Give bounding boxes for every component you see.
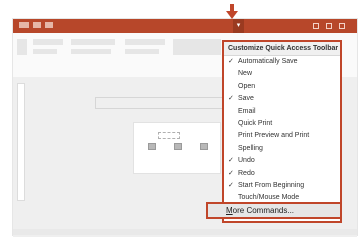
menu-header: Customize Quick Access Toolbar	[224, 42, 340, 56]
customize-qat-menu: Customize Quick Access Toolbar ✓ Automati…	[222, 40, 342, 223]
menu-item-label: Email	[238, 107, 256, 115]
menu-item-label: Quick Print	[238, 119, 273, 127]
ribbon-group-slides	[33, 39, 63, 45]
ribbon-group-paragraph	[125, 39, 165, 45]
menu-item[interactable]: Print Preview and Print	[224, 130, 340, 142]
menu-item-label: Automatically Save	[238, 58, 298, 65]
check-icon: ✓	[228, 169, 234, 177]
menu-item-label: Save	[238, 95, 254, 103]
more-commands-accel: M	[226, 206, 233, 215]
slide-thumbnails[interactable]	[17, 83, 25, 201]
slide-placeholder	[95, 97, 225, 109]
menu-item[interactable]: ✓ Redo	[224, 168, 340, 180]
menu-item[interactable]: ✓ Save	[224, 93, 340, 105]
qat-save-icon[interactable]	[33, 22, 41, 28]
more-commands-label: ore Commands...	[232, 206, 295, 215]
menu-item-label: Undo	[238, 157, 255, 165]
ribbon-group-font	[71, 49, 111, 54]
slide-shape[interactable]	[148, 143, 156, 150]
more-commands-item[interactable]: More Commands...	[206, 202, 342, 219]
check-icon: ✓	[228, 157, 234, 165]
qat-dropdown-button[interactable]: ▾	[233, 19, 244, 33]
menu-item[interactable]: Email	[224, 106, 340, 118]
menu-item[interactable]: ✓ Automatically Save	[224, 56, 340, 68]
qat-undo-icon[interactable]	[45, 22, 53, 28]
slide-shape[interactable]	[174, 143, 182, 150]
check-icon: ✓	[228, 181, 234, 189]
ribbon-group-drawing	[173, 39, 221, 55]
minimize-icon[interactable]	[313, 23, 319, 29]
slide-canvas[interactable]	[133, 122, 221, 174]
menu-item-label: Touch/Mouse Mode	[238, 194, 300, 202]
menu-item[interactable]: Spelling	[224, 143, 340, 155]
menu-item[interactable]: ✓ Start From Beginning	[224, 180, 340, 192]
menu-item-label: Start From Beginning	[238, 181, 305, 189]
ribbon-group-slides	[33, 49, 57, 54]
menu-item[interactable]: Open	[224, 81, 340, 93]
status-bar	[13, 229, 357, 235]
menu-item-label: Redo	[238, 169, 255, 177]
slide-shape[interactable]	[200, 143, 208, 150]
ribbon-group-paragraph	[125, 49, 159, 54]
chevron-down-icon: ▾	[236, 22, 241, 29]
menu-item[interactable]: New	[224, 68, 340, 80]
menu-item-label: New	[238, 70, 253, 78]
menu-item-label: Open	[238, 82, 256, 90]
menu-items: ✓ Automatically Save New Open ✓ Save Email Quic…	[224, 56, 340, 205]
menu-item[interactable]: ✓ Undo	[224, 155, 340, 167]
check-icon: ✓	[228, 95, 234, 103]
ribbon-group-font	[71, 39, 115, 45]
paste-icon[interactable]	[17, 39, 27, 55]
text-placeholder[interactable]	[158, 132, 180, 139]
menu-item-label: Spelling	[238, 144, 263, 152]
down-arrow-icon	[226, 4, 238, 19]
menu-item-label: Print Preview and Print	[238, 132, 310, 140]
menu-item[interactable]: Quick Print	[224, 118, 340, 130]
app-logo	[19, 22, 29, 28]
check-icon: ✓	[228, 58, 234, 65]
close-icon[interactable]	[339, 23, 345, 29]
maximize-icon[interactable]	[326, 23, 332, 29]
title-bar: ▾	[13, 19, 357, 33]
